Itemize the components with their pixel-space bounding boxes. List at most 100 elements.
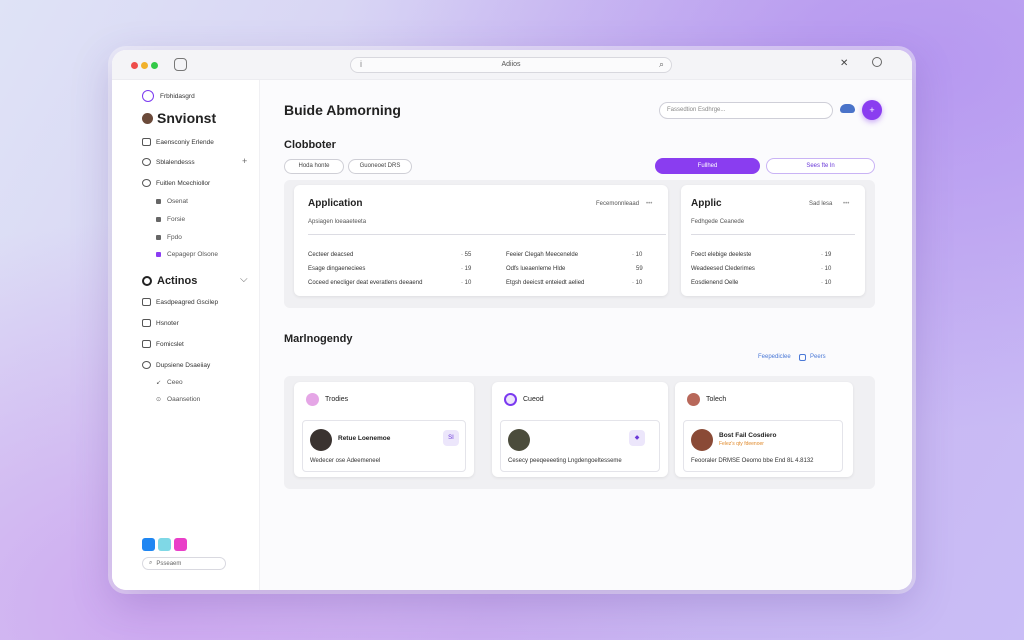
app-window: i Adiios ⌕ ✕ Frbhidasgrd Snvionst Eaensc… xyxy=(112,50,912,590)
add-button[interactable]: + xyxy=(862,100,882,120)
sidebar-subitem-label: Osenat xyxy=(167,198,188,205)
status-badge: ◆ xyxy=(629,430,645,446)
avatar xyxy=(508,429,530,451)
external-link-icon[interactable] xyxy=(799,354,806,361)
brand-subtitle: Frbhidasgrd xyxy=(160,93,195,100)
sidebar-item-7[interactable]: Dupsiene Dsaeiiay xyxy=(142,361,210,369)
sidebar-subitem-label: Forsie xyxy=(167,216,186,223)
tools-icon[interactable]: ✕ xyxy=(840,58,848,69)
card-meta: Sad lesa xyxy=(809,201,833,207)
more-icon[interactable]: ••• xyxy=(646,201,652,207)
section-title-actions[interactable]: Actinos xyxy=(142,275,197,287)
person-detail[interactable]: Bost Fail Cosdiero Felez’s qty fdeenoer … xyxy=(683,420,843,472)
person-tag: Felez’s qty fdeenoer xyxy=(719,441,764,447)
row-value: · 19 xyxy=(821,252,832,258)
sidebar-item-5[interactable]: Hsnoter xyxy=(142,319,179,327)
brand-name: Snvionst xyxy=(142,110,216,126)
row-label: Feeier Clegah Meecenelde xyxy=(506,252,579,258)
chevron-down-icon[interactable]: ⌵ xyxy=(240,274,248,285)
file-icon xyxy=(142,340,151,348)
sidebar-subitem-2[interactable]: Forsie xyxy=(156,216,185,223)
sidebar-item-label: Fomicslet xyxy=(156,340,184,348)
tag-icon xyxy=(156,252,161,257)
calendar-icon xyxy=(142,319,151,327)
sidebar-subitem-5[interactable]: ↙ Ceeo xyxy=(156,379,183,386)
row-value: · 10 xyxy=(821,280,832,286)
card-header: Tolech xyxy=(687,393,726,406)
person-name: Retue Loenemoe xyxy=(338,435,391,442)
settings-icon xyxy=(142,298,151,306)
filter-pill-2[interactable]: Guoneoet DRS xyxy=(348,159,412,174)
account-icon[interactable] xyxy=(872,57,882,67)
row-value: · 10 xyxy=(632,252,643,258)
people-panel: Trodies Retue Loenemoe SI Wedecer ose Ad… xyxy=(284,376,875,489)
link-feepediclee[interactable]: Feepediclee xyxy=(758,354,791,360)
avatar xyxy=(142,112,153,124)
avatar xyxy=(691,429,713,451)
sidebar-search-input[interactable]: ⌕ Psseaem xyxy=(142,557,226,570)
address-text: Adiios xyxy=(501,61,521,68)
sidebar-item-2[interactable]: Sblalendesss xyxy=(142,158,195,166)
section-title-text: Actinos xyxy=(157,275,198,287)
close-window-button[interactable] xyxy=(131,62,138,69)
row-value: · 10 xyxy=(821,266,832,272)
card-header-title: Cueod xyxy=(523,396,544,403)
person-foot: Cesecy peeqeeeeting Lngdengoeltesseme xyxy=(508,458,622,464)
person-detail[interactable]: Retue Loenemoe SI Wedecer ose Adeemeneel xyxy=(302,420,466,472)
doc-icon xyxy=(156,199,161,204)
avatar xyxy=(687,393,700,406)
address-bar[interactable]: i Adiios ⌕ xyxy=(350,57,672,73)
row-value: 59 xyxy=(636,266,643,272)
filter-pill-1[interactable]: Hoda honte xyxy=(284,159,344,174)
color-swatch-cyan[interactable] xyxy=(158,538,171,551)
color-swatch-blue[interactable] xyxy=(142,538,155,551)
person-card[interactable]: Trodies Retue Loenemoe SI Wedecer ose Ad… xyxy=(294,382,474,477)
maximize-window-button[interactable] xyxy=(151,62,158,69)
sidebar-item-4[interactable]: Easdpeagred Gscilep xyxy=(142,298,218,306)
sidebar-item-6[interactable]: Fomicslet xyxy=(142,340,184,348)
link-peers[interactable]: Peers xyxy=(810,354,826,360)
cloud-icon[interactable] xyxy=(840,104,855,113)
search-input[interactable]: Fassedtion Esdhrge... xyxy=(659,102,833,119)
home-icon[interactable] xyxy=(174,58,187,71)
card-header-title: Trodies xyxy=(325,396,349,403)
card-header: Trodies xyxy=(306,393,348,406)
sidebar-subitem-label: Oaansetion xyxy=(167,396,201,403)
application-card[interactable]: Application Fecemonnleaad ••• Apsiagen l… xyxy=(294,185,668,296)
row-value: · 10 xyxy=(632,280,643,286)
sidebar-item-1[interactable]: Eaensconiy Erlende xyxy=(142,138,214,146)
row-value: · 55 xyxy=(461,252,472,258)
more-icon[interactable]: ••• xyxy=(843,201,849,207)
card-title: Application xyxy=(308,198,363,209)
minimize-window-button[interactable] xyxy=(141,62,148,69)
sidebar-subitem-label: Cepagepr Olsone xyxy=(167,251,218,258)
primary-button[interactable]: Fullhed xyxy=(655,158,760,174)
location-icon: ⊙ xyxy=(156,397,162,403)
sidebar-item-3[interactable]: Fuitlen Mcechiollor xyxy=(142,179,210,187)
avatar xyxy=(306,393,319,406)
card-title: Applic xyxy=(691,198,722,209)
sidebar-subitem-4[interactable]: Cepagepr Olsone xyxy=(156,251,218,258)
outline-button[interactable]: Sees fte ln xyxy=(766,158,875,174)
applic-card[interactable]: Applic Sad lesa ••• Fedhgede Ceanede Foe… xyxy=(681,185,865,296)
person-card[interactable]: Tolech Bost Fail Cosdiero Felez’s qty fd… xyxy=(675,382,853,477)
sidebar-item-label: Sblalendesss xyxy=(156,158,195,166)
color-swatch-magenta[interactable] xyxy=(174,538,187,551)
grid-icon xyxy=(156,235,161,240)
add-icon[interactable]: + xyxy=(242,156,247,166)
sidebar-subitem-1[interactable]: Osenat xyxy=(156,198,188,205)
search-icon[interactable]: ⌕ xyxy=(659,59,664,70)
row-label: Eosdienend Oelle xyxy=(691,280,739,286)
person-name: Bost Fail Cosdiero xyxy=(719,432,777,439)
row-label: Odfs lueaenleme Hlde xyxy=(506,266,566,272)
sidebar-subitem-6[interactable]: ⊙ Oaansetion xyxy=(156,396,200,403)
status-badge: SI xyxy=(443,430,459,446)
avatar xyxy=(310,429,332,451)
row-value: · 10 xyxy=(461,280,472,286)
sidebar-subitem-3[interactable]: Fpdo xyxy=(156,234,182,241)
card-header: Cueod xyxy=(504,393,544,406)
divider xyxy=(308,234,666,235)
person-card[interactable]: Cueod ◆ Cesecy peeqeeeeting Lngdengoelte… xyxy=(492,382,668,477)
person-detail[interactable]: ◆ Cesecy peeqeeeeting Lngdengoeltesseme xyxy=(500,420,660,472)
main-content: Buide Abmorning Fassedtion Esdhrge... + … xyxy=(260,80,912,590)
